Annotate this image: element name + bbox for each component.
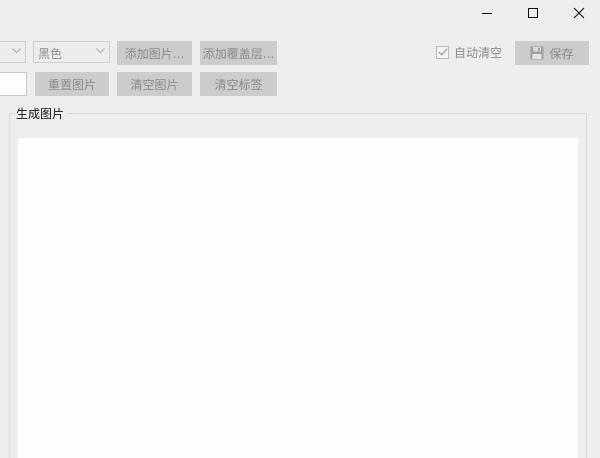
partial-combo[interactable]: [0, 41, 26, 63]
reset-image-label: 重置图片: [47, 77, 96, 92]
clear-image-label: 清空图片: [130, 77, 179, 92]
minimize-button[interactable]: [464, 0, 510, 26]
reset-image-button[interactable]: 重置图片: [35, 72, 109, 96]
clear-image-button[interactable]: 清空图片: [117, 72, 192, 96]
add-overlay-button[interactable]: 添加覆盖层...: [200, 41, 277, 65]
checkmark-icon: [437, 48, 448, 56]
chevron-down-icon: [12, 48, 21, 54]
add-overlay-label: 添加覆盖层...: [202, 46, 275, 61]
close-icon: [573, 7, 585, 19]
minimize-icon: [482, 13, 492, 14]
close-button[interactable]: [556, 0, 600, 26]
add-image-label: 添加图片...: [124, 46, 185, 61]
auto-clear-checkbox[interactable]: 自动清空: [436, 44, 502, 60]
clear-tags-button[interactable]: 清空标签: [200, 72, 277, 96]
chevron-down-icon: [96, 48, 105, 54]
group-title: 生成图片: [14, 105, 67, 122]
app-window: 黑色 添加图片... 添加覆盖层... 自动清空 保存 重置图片 清空图片 清空…: [0, 0, 600, 458]
text-input[interactable]: [0, 72, 27, 96]
add-image-button[interactable]: 添加图片...: [117, 41, 192, 65]
maximize-icon: [528, 8, 538, 18]
color-combo-value: 黑色: [38, 47, 63, 61]
save-label: 保存: [549, 46, 574, 61]
image-canvas[interactable]: [18, 138, 578, 458]
maximize-button[interactable]: [510, 0, 556, 26]
checkbox-box[interactable]: [436, 45, 449, 59]
color-combo[interactable]: 黑色: [33, 41, 110, 63]
floppy-disk-icon: [530, 46, 544, 60]
auto-clear-label: 自动清空: [454, 45, 503, 60]
clear-tags-label: 清空标签: [214, 77, 263, 92]
save-button[interactable]: 保存: [515, 41, 589, 65]
